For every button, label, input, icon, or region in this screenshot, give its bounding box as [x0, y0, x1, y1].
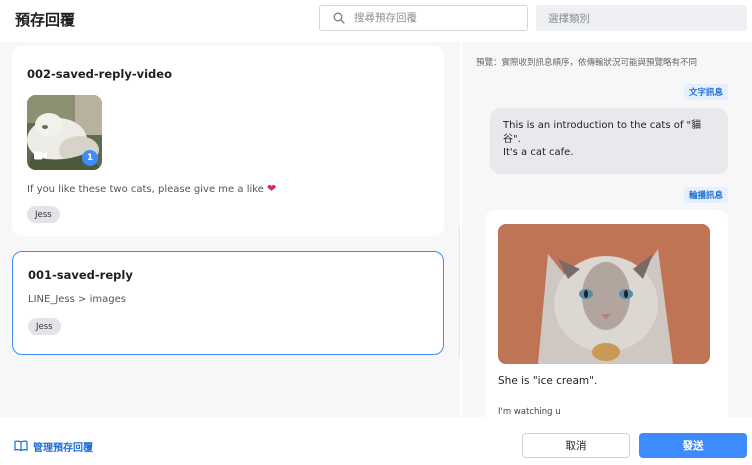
saved-reply-description: LINE_Jess > images	[28, 294, 126, 305]
book-icon	[14, 440, 28, 454]
page-title: 預存回覆	[15, 11, 76, 29]
text-message-bubble: This is an introduction to the cats of "…	[490, 108, 728, 174]
tag-badge: Jess	[27, 206, 60, 223]
saved-reply-title: 002-saved-reply-video	[27, 67, 172, 81]
carousel-message-badge: 輪播訊息	[683, 187, 728, 203]
carousel-text: She is "ice cream".	[498, 375, 598, 387]
preview-panel: 預覽：實際收到訊息順序，依傳輸狀況可能與預覽略有不同 文字訊息 This is …	[462, 42, 752, 417]
send-button[interactable]: 發送	[639, 433, 747, 458]
cancel-button[interactable]: 取消	[522, 433, 630, 458]
video-thumbnail[interactable]: 1	[27, 95, 102, 170]
saved-reply-description: If you like these two cats, please give …	[27, 182, 277, 195]
saved-reply-list: 002-saved-reply-video 1 If you like thes…	[0, 42, 460, 417]
divider	[459, 228, 460, 356]
category-select[interactable]: 選擇類別	[536, 5, 747, 31]
saved-reply-title: 001-saved-reply	[28, 268, 133, 282]
manage-saved-replies-link[interactable]: 管理預存回覆	[14, 439, 93, 454]
carousel-subtext: I'm watching u	[498, 407, 561, 417]
text-message-badge: 文字訊息	[683, 84, 728, 100]
video-camera-icon	[34, 145, 47, 164]
manage-label: 管理預存回覆	[33, 443, 93, 454]
search-input[interactable]	[354, 12, 514, 24]
search-icon	[333, 12, 345, 24]
saved-reply-card[interactable]: 002-saved-reply-video 1 If you like thes…	[12, 46, 444, 236]
search-box[interactable]	[319, 5, 528, 31]
media-count-badge: 1	[82, 150, 98, 166]
heart-icon: ❤	[267, 182, 277, 195]
cat-image	[498, 224, 710, 364]
tag-badge: Jess	[28, 318, 61, 335]
preview-note: 預覽：實際收到訊息順序，依傳輸狀況可能與預覽略有不同	[476, 58, 698, 68]
carousel-card: She is "ice cream". I'm watching u	[485, 210, 728, 417]
saved-reply-card-selected[interactable]: 001-saved-reply LINE_Jess > images Jess	[12, 251, 444, 355]
